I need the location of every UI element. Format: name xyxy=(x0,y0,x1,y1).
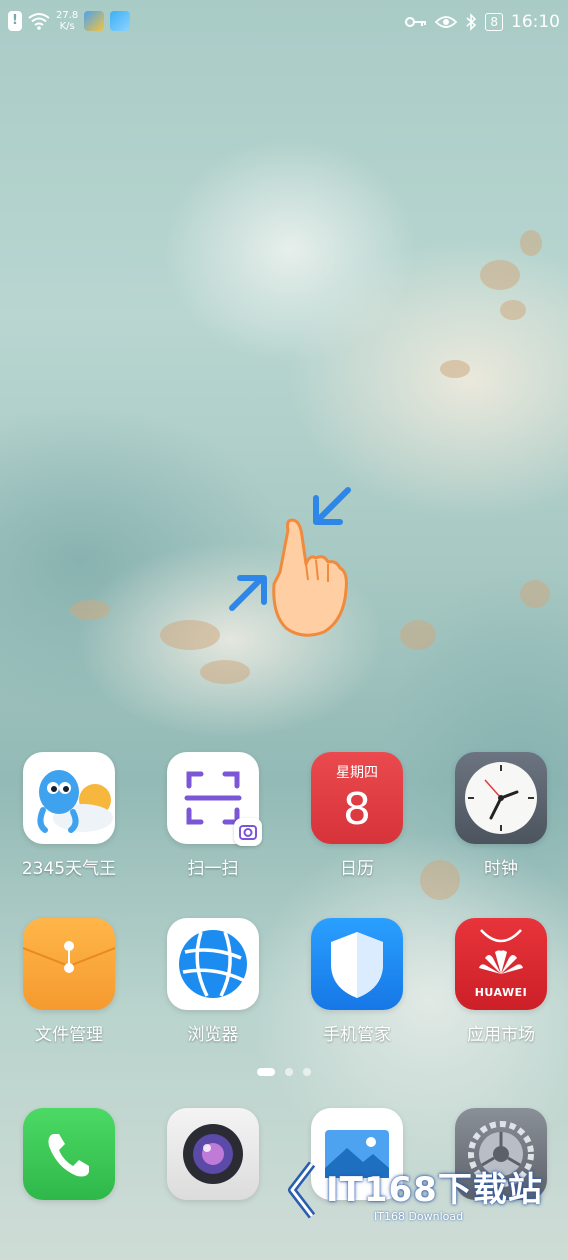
alert-icon: ! xyxy=(8,11,22,31)
network-speed: 27.8 K/s xyxy=(56,10,79,32)
brand-text: HUAWEI xyxy=(474,986,528,999)
app-label: 浏览器 xyxy=(187,1025,239,1045)
app-market[interactable]: HUAWEI 应用市场 xyxy=(446,918,556,1045)
calendar-weekday: 星期四 xyxy=(336,765,378,781)
camera-icon xyxy=(167,1108,259,1200)
pinch-gesture-hint xyxy=(229,487,351,637)
page-indicator[interactable] xyxy=(0,1068,568,1076)
app-weather[interactable]: 2345天气王 xyxy=(14,752,124,879)
calendar-icon: 星期四 8 xyxy=(311,752,403,844)
notification-app-icon xyxy=(84,11,105,31)
weather-app-icon xyxy=(23,752,115,844)
page-dot-active[interactable] xyxy=(257,1068,275,1076)
calendar-day: 8 xyxy=(343,784,371,835)
eye-icon xyxy=(435,16,458,28)
app-label: 2345天气王 xyxy=(21,859,117,879)
app-market-icon: HUAWEI xyxy=(455,918,547,1010)
status-bar: ! 27.8 K/s 8 16:10 xyxy=(0,0,568,46)
app-calendar[interactable]: 星期四 8 日历 xyxy=(302,752,412,879)
battery-icon: 8 xyxy=(485,13,503,31)
app-label: 扫一扫 xyxy=(187,859,239,879)
app-label: 文件管理 xyxy=(35,1025,103,1045)
arrow-out-icon xyxy=(229,575,267,611)
app-clock[interactable]: 时钟 xyxy=(446,752,556,879)
page-dot[interactable] xyxy=(285,1068,293,1076)
page-dot[interactable] xyxy=(303,1068,311,1076)
watermark-title: IT168下载站 xyxy=(326,1170,543,1210)
shield-icon xyxy=(311,918,403,1010)
hand-icon xyxy=(272,518,348,637)
app-label: 应用市场 xyxy=(467,1025,535,1045)
scan-badge-icon xyxy=(234,818,262,846)
phone-icon xyxy=(23,1108,115,1200)
watermark-subtitle: IT168 Download xyxy=(374,1210,464,1223)
app-file-manager[interactable]: 文件管理 xyxy=(14,918,124,1045)
browser-icon xyxy=(167,918,259,1010)
notification-app-icon xyxy=(110,11,131,31)
arrow-in-icon xyxy=(313,487,351,525)
wifi-icon xyxy=(28,13,50,30)
key-icon xyxy=(405,17,427,27)
dock-phone[interactable] xyxy=(14,1108,124,1200)
watermark-logo-icon xyxy=(288,1161,316,1219)
app-phone-manager[interactable]: 手机管家 xyxy=(302,918,412,1045)
dock-camera[interactable] xyxy=(158,1108,268,1200)
app-scan[interactable]: 扫一扫 xyxy=(158,752,268,879)
watermark: IT168下载站 IT168 Download xyxy=(284,1150,564,1250)
status-time: 16:10 xyxy=(511,12,560,32)
app-browser[interactable]: 浏览器 xyxy=(158,918,268,1045)
app-label: 手机管家 xyxy=(323,1025,391,1045)
bluetooth-icon xyxy=(466,13,477,31)
folder-icon xyxy=(23,918,115,1010)
clock-icon xyxy=(455,752,547,844)
app-label: 时钟 xyxy=(484,859,518,879)
app-label: 日历 xyxy=(340,859,374,879)
